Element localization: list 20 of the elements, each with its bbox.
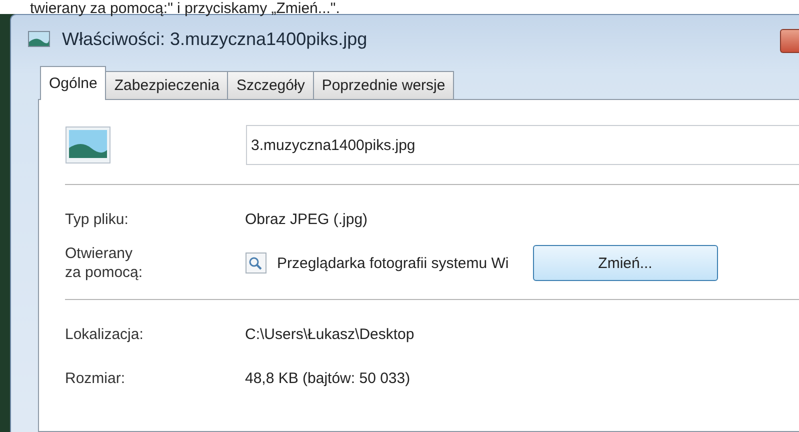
property-value: Obraz JPEG (.jpg) [245,210,368,228]
property-value: 48,8 KB (bajtów: 50 033) [245,370,410,386]
viewer-app-icon [245,252,267,274]
tab[interactable]: Szczegóły [227,71,314,99]
image-thumbnail-icon [65,126,111,164]
tab[interactable]: Poprzednie wersje [312,71,454,99]
tab[interactable]: Ogólne [40,66,106,100]
property-value: Przeglądarka fotografii systemu Wi [277,254,509,272]
property-value: C:\Users\Łukasz\Desktop [245,326,414,342]
property-label: Lokalizacja: [65,324,144,344]
property-label: Otwierany za pomocą: [65,244,144,282]
caption-text: twierany za pomocą:" i przyciskamy „Zmień...". [30,2,340,16]
close-button[interactable] [780,29,799,53]
property-label: Typ pliku: [65,210,130,228]
change-button[interactable]: Zmień... [532,245,718,281]
file-name-field[interactable]: 3.muzyczna1400piks.jpg [246,125,799,165]
property-label: Rozmiar: [65,368,126,388]
tab[interactable]: Zabezpieczenia [105,71,228,99]
window-title: Właściwości: 3.muzyczna1400piks.jpg [62,28,368,50]
image-file-icon [28,31,50,47]
